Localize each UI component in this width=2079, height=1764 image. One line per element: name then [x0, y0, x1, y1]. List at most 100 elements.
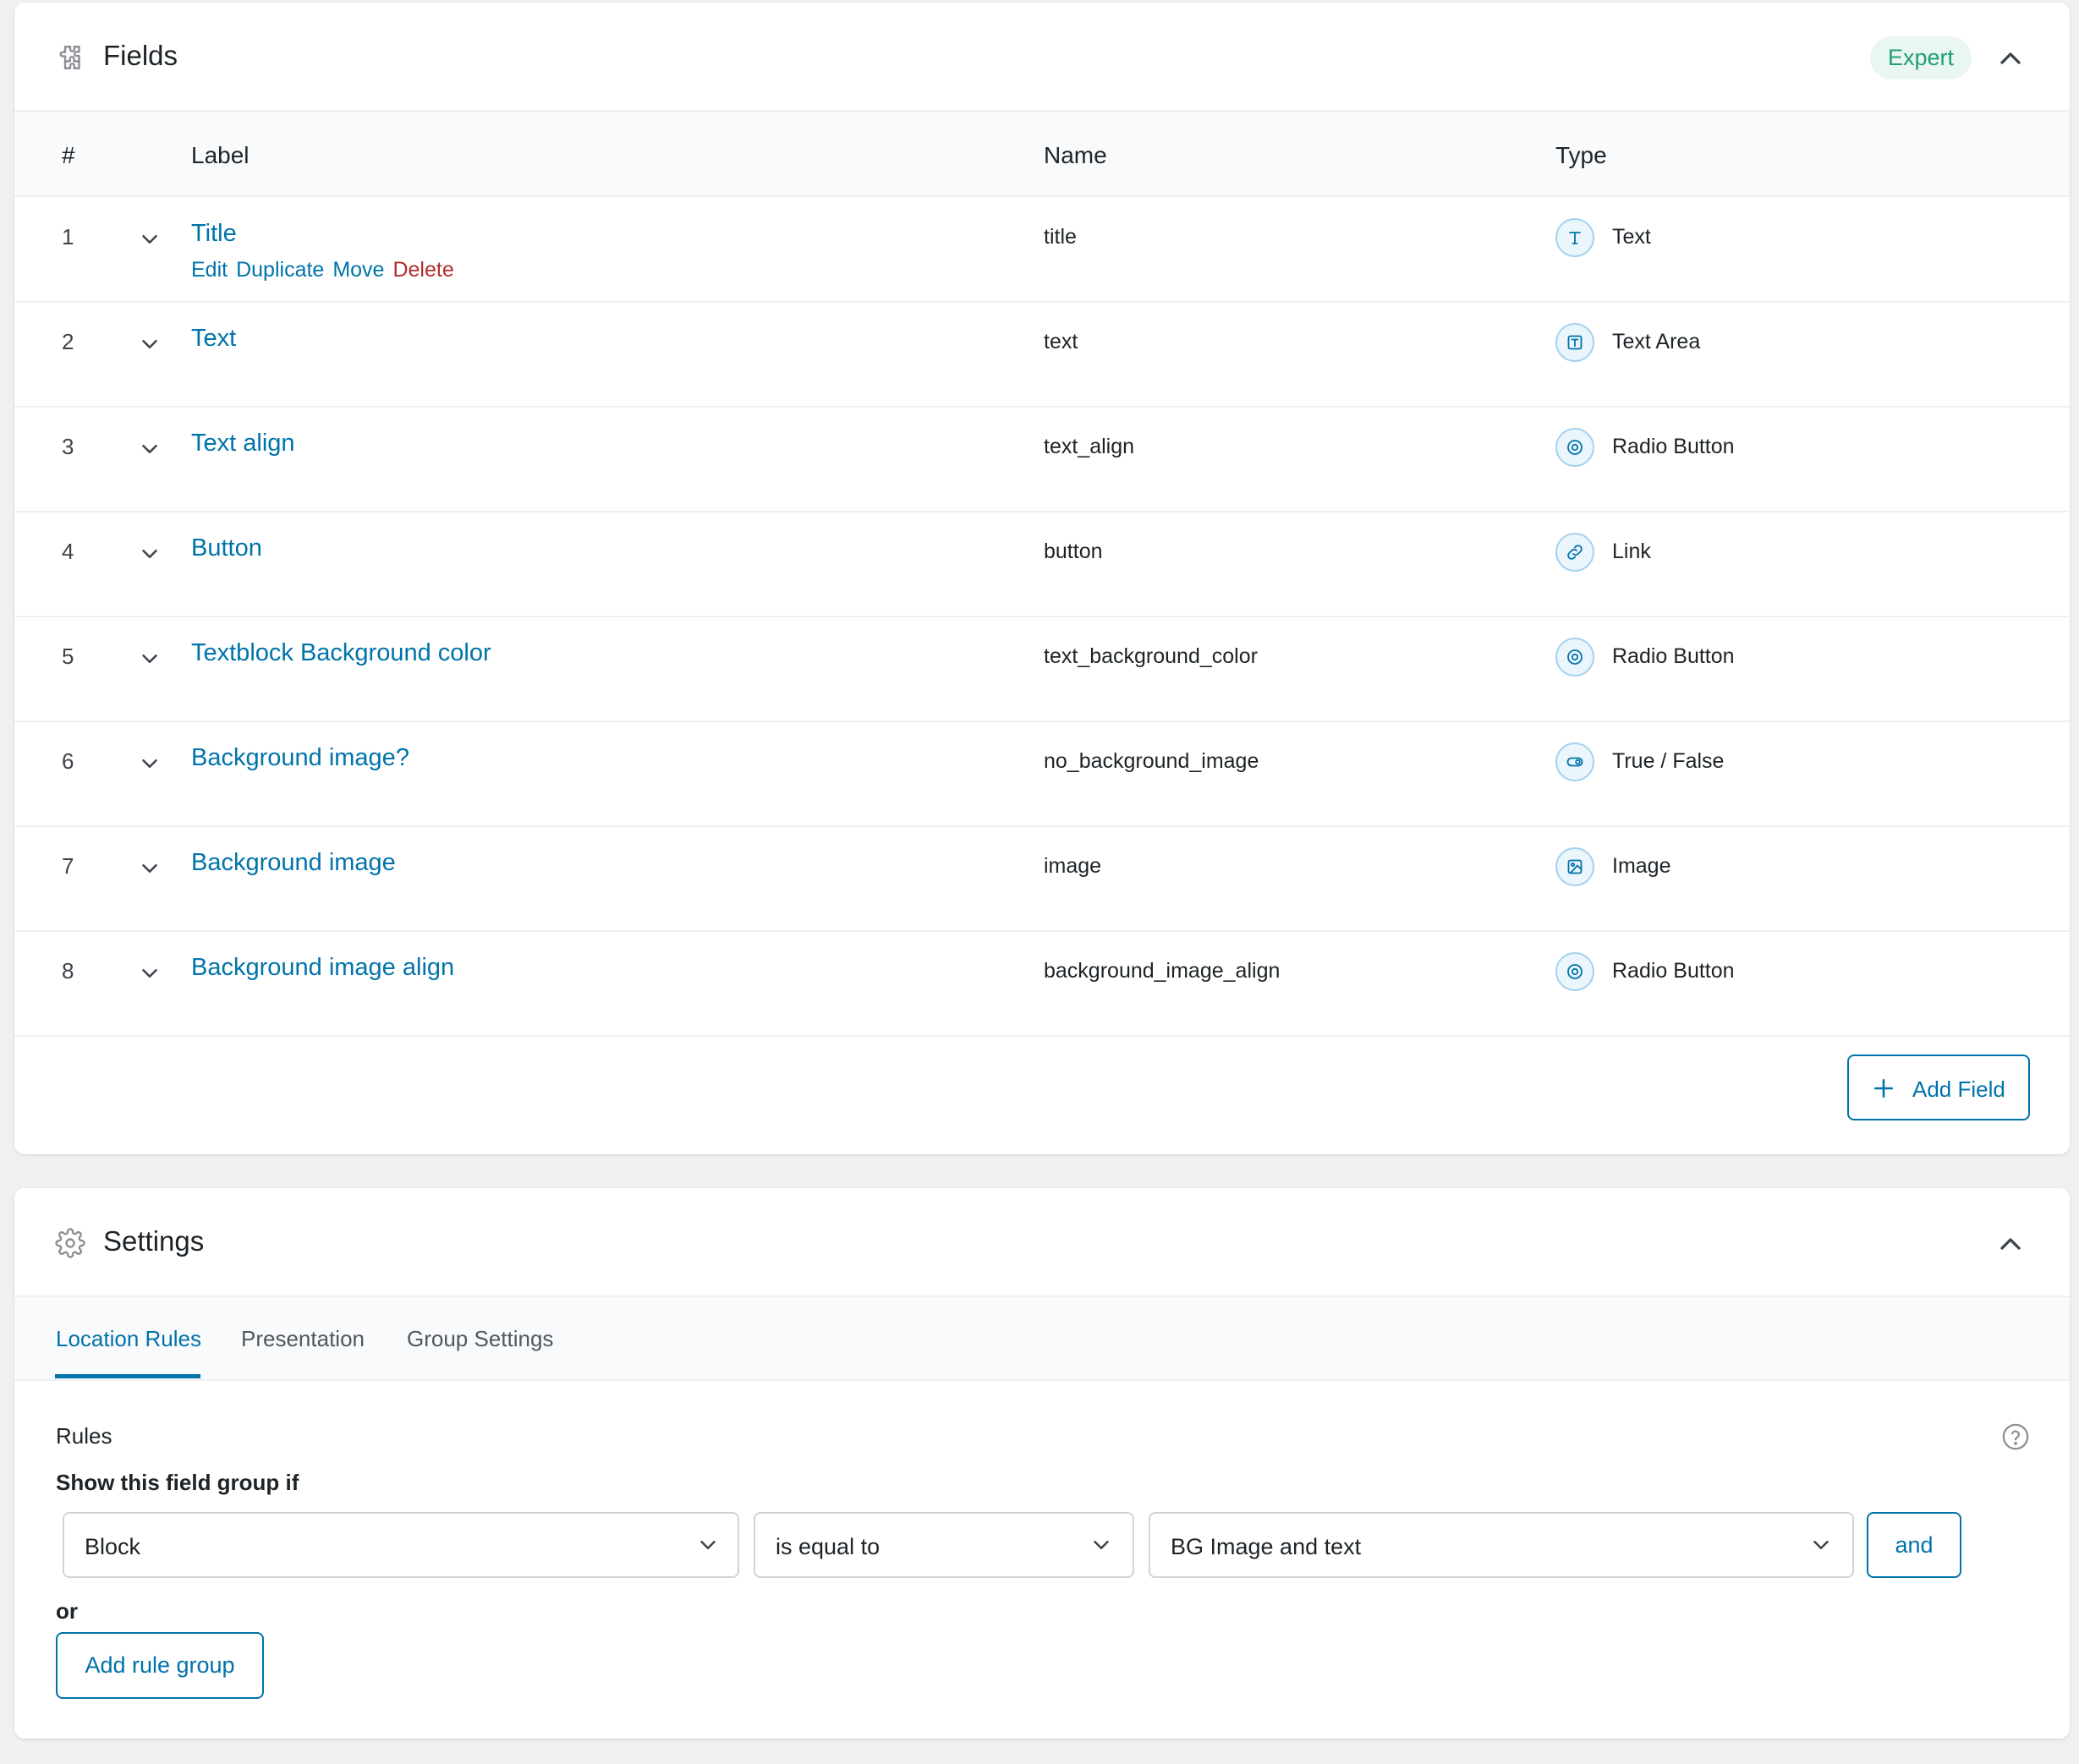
rule-operator-select[interactable]: is equal to [754, 1512, 1134, 1578]
tab-presentation[interactable]: Presentation [241, 1326, 365, 1352]
row-number: 4 [62, 539, 74, 564]
field-type-badge [1555, 323, 1594, 362]
rule-param-select[interactable]: Block [63, 1512, 739, 1578]
field-name: no_background_image [1044, 749, 1259, 773]
field-name: text_align [1044, 435, 1135, 458]
active-tab-indicator [55, 1374, 200, 1378]
expert-badge[interactable]: Expert [1870, 36, 1972, 79]
field-label-link[interactable]: Background image [191, 849, 396, 877]
gear-icon [55, 1228, 85, 1258]
edit-link[interactable]: Edit [191, 258, 228, 282]
table-row: 8 Background image align background_image_… [14, 932, 2070, 1037]
field-type: Radio Button [1612, 644, 1735, 668]
chevron-down-icon[interactable] [137, 961, 162, 986]
chevron-down-icon [1813, 1541, 1829, 1549]
field-type: True / False [1612, 749, 1725, 773]
image-type-icon [1567, 859, 1583, 874]
or-label: or [56, 1598, 78, 1624]
field-type: Text Area [1612, 330, 1701, 353]
and-rule-button[interactable]: and [1867, 1512, 1961, 1578]
field-label-link[interactable]: Textblock Background color [191, 639, 491, 667]
field-label-link[interactable]: Button [191, 534, 262, 562]
field-label-link[interactable]: Text align [191, 430, 295, 457]
tab-group-settings[interactable]: Group Settings [407, 1326, 553, 1352]
table-row: 1 Title title Text Edit Duplicate Move Delete [14, 198, 2070, 303]
fields-panel: Fields Expert # Label Name Type 1 Title ti… [14, 3, 2070, 1154]
show-if-label: Show this field group if [56, 1470, 299, 1495]
field-name: button [1044, 540, 1103, 563]
radio-type-icon [1567, 964, 1583, 979]
field-type-badge [1555, 847, 1594, 886]
chevron-down-icon[interactable] [137, 436, 162, 462]
field-type-badge [1555, 638, 1594, 677]
table-row: 7 Background image image Image [14, 827, 2070, 932]
fields-panel-title: Fields [103, 40, 178, 71]
row-number: 2 [62, 329, 74, 354]
field-name: text [1044, 330, 1078, 353]
field-label-link[interactable]: Title [191, 220, 237, 248]
text-type-icon [1569, 232, 1581, 244]
row-number: 8 [62, 958, 74, 983]
chevron-down-icon[interactable] [137, 751, 162, 776]
settings-panel-title: Settings [103, 1225, 205, 1257]
column-header-name: Name [1044, 142, 1107, 168]
field-type: Radio Button [1612, 435, 1735, 458]
move-link[interactable]: Move [332, 258, 384, 282]
settings-panel: Settings Location Rules Presentation Gro… [14, 1188, 2070, 1739]
tab-location-rules[interactable]: Location Rules [56, 1326, 201, 1352]
row-number: 6 [62, 748, 74, 774]
puzzle-icon [59, 46, 80, 69]
row-number: 7 [62, 853, 74, 879]
table-row: 2 Text text Text Area [14, 303, 2070, 408]
column-header-type: Type [1555, 142, 1607, 168]
table-row: 5 Textblock Background color text_backgrou… [14, 617, 2070, 722]
chevron-down-icon[interactable] [137, 227, 162, 252]
rule-value-value: BG Image and text [1171, 1534, 1362, 1559]
add-field-button[interactable]: Add Field [1847, 1055, 2030, 1120]
field-type: Image [1612, 854, 1671, 878]
plus-icon [1873, 1078, 1894, 1098]
row-number: 3 [62, 434, 74, 459]
row-actions: Edit Duplicate Move Delete [191, 258, 463, 282]
chevron-up-icon[interactable] [1994, 41, 2027, 75]
row-number: 1 [62, 224, 74, 249]
chevron-down-icon[interactable] [137, 331, 162, 357]
field-label-link[interactable]: Background image? [191, 744, 409, 772]
table-row: 6 Background image? no_background_image Tru… [14, 722, 2070, 827]
chevron-down-icon[interactable] [137, 646, 162, 671]
settings-panel-header: Settings [14, 1188, 2070, 1297]
radio-type-icon [1567, 649, 1583, 665]
field-name: text_background_color [1044, 644, 1258, 668]
field-name: background_image_align [1044, 959, 1281, 983]
settings-tabs: Location Rules Presentation Group Settin… [14, 1297, 2070, 1381]
field-label-link[interactable]: Text [191, 325, 236, 353]
add-rule-group-button[interactable]: Add rule group [56, 1632, 264, 1699]
field-label-link[interactable]: Background image align [191, 954, 454, 982]
chevron-down-icon[interactable] [137, 856, 162, 881]
chevron-down-icon [1094, 1541, 1109, 1549]
delete-link[interactable]: Delete [392, 258, 453, 282]
field-name: title [1044, 225, 1077, 249]
fields-panel-header: Fields Expert [14, 3, 2070, 112]
field-type-badge [1555, 428, 1594, 467]
chevron-down-icon [700, 1541, 716, 1549]
field-type-badge [1555, 533, 1594, 572]
field-type-badge [1555, 952, 1594, 991]
table-row: 4 Button button Link [14, 512, 2070, 617]
chevron-up-icon[interactable] [1994, 1227, 2027, 1261]
chevron-down-icon[interactable] [137, 541, 162, 567]
fields-table-header: # Label Name Type [14, 112, 2070, 197]
field-name: image [1044, 854, 1102, 878]
rule-value-select[interactable]: BG Image and text [1149, 1512, 1854, 1578]
help-icon[interactable] [2001, 1422, 2030, 1451]
rule-param-value: Block [85, 1534, 141, 1559]
field-type: Text [1612, 225, 1651, 249]
table-row: 3 Text align text_align Radio Button [14, 408, 2070, 512]
duplicate-link[interactable]: Duplicate [236, 258, 324, 282]
textarea-type-icon [1567, 335, 1583, 350]
field-type: Radio Button [1612, 959, 1735, 983]
rules-title: Rules [56, 1423, 112, 1449]
rule-operator-value: is equal to [776, 1534, 880, 1559]
column-header-label: Label [191, 142, 250, 168]
radio-type-icon [1567, 440, 1583, 455]
